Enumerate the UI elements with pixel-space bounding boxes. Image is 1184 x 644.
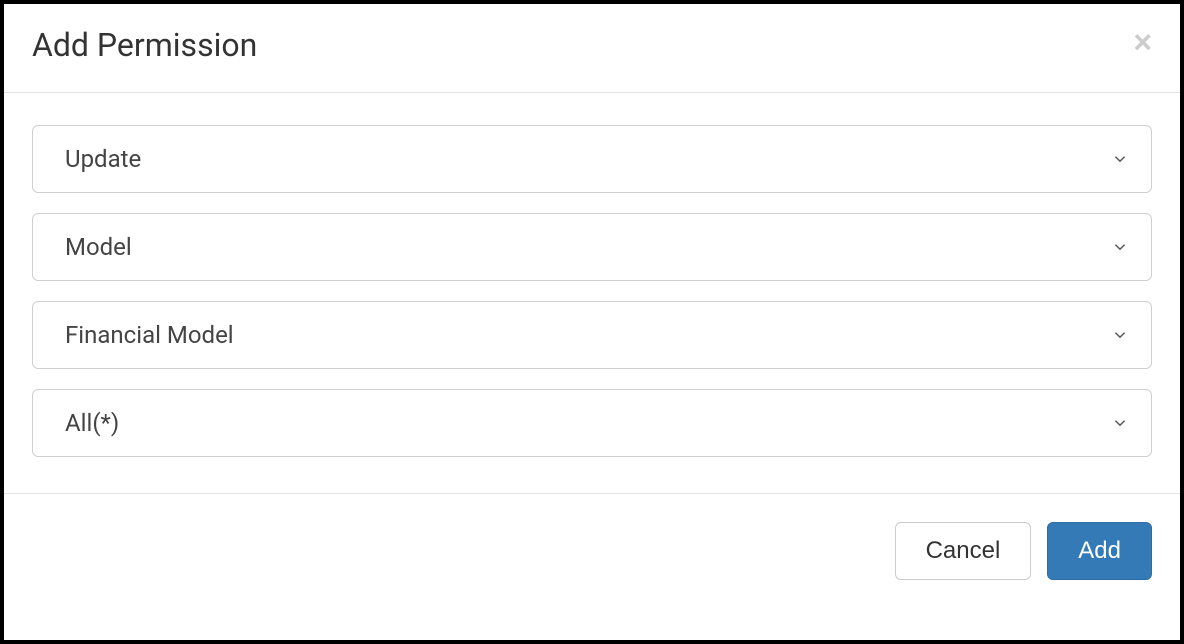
- dropdown-resource-label: Financial Model: [65, 321, 234, 349]
- dropdown-action[interactable]: Update: [32, 125, 1152, 193]
- cancel-button[interactable]: Cancel: [895, 522, 1032, 580]
- chevron-down-icon: [1111, 150, 1129, 168]
- dropdown-action-label: Update: [65, 145, 141, 173]
- add-button[interactable]: Add: [1047, 522, 1152, 580]
- chevron-down-icon: [1111, 238, 1129, 256]
- dropdown-resource-type[interactable]: Model: [32, 213, 1152, 281]
- chevron-down-icon: [1111, 414, 1129, 432]
- modal-header: Add Permission ×: [4, 4, 1180, 93]
- dropdown-resource-type-label: Model: [65, 233, 132, 261]
- close-icon: ×: [1133, 24, 1152, 60]
- close-button[interactable]: ×: [1133, 26, 1152, 58]
- dropdown-scope-label: All(*): [65, 409, 119, 437]
- modal-title: Add Permission: [32, 26, 257, 64]
- modal-body: Update Model Financial Model All(*): [4, 93, 1180, 493]
- dropdown-scope[interactable]: All(*): [32, 389, 1152, 457]
- modal-footer: Cancel Add: [4, 493, 1180, 580]
- chevron-down-icon: [1111, 326, 1129, 344]
- dropdown-resource[interactable]: Financial Model: [32, 301, 1152, 369]
